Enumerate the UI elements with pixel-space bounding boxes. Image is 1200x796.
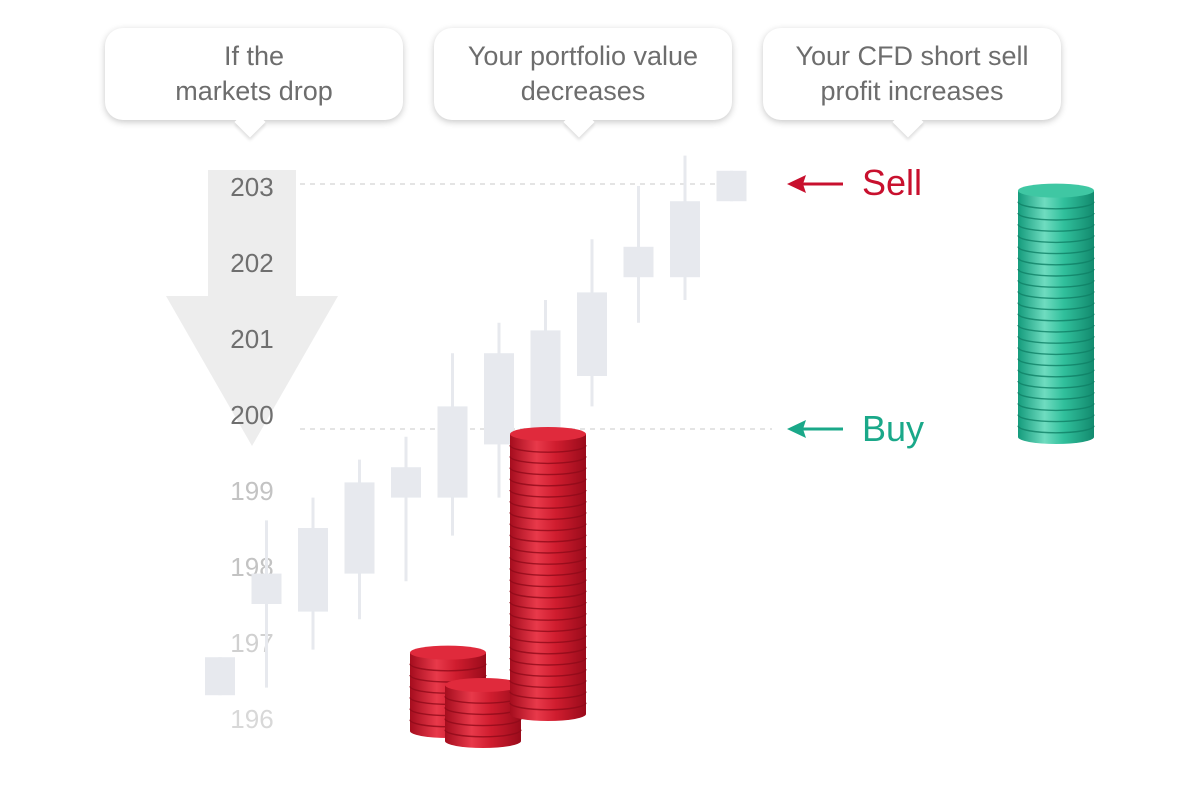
buy-label: Buy: [862, 408, 925, 449]
candle: [716, 170, 747, 202]
candle: [437, 353, 468, 536]
sell-label: Sell: [862, 162, 923, 203]
coin-stack-red-front: [444, 678, 522, 748]
sell-arrow-icon: [787, 175, 843, 193]
coin-stacks: [409, 183, 1095, 748]
price-tick: 196: [230, 704, 273, 734]
price-tick: 199: [230, 476, 273, 506]
candle: [623, 186, 654, 323]
candle: [391, 436, 421, 582]
coin-stack-red-tall: [509, 427, 587, 721]
candle: [484, 322, 514, 498]
price-tick: 202: [230, 248, 273, 278]
coin-stack-green: [1017, 183, 1095, 444]
price-tick: 203: [230, 172, 273, 202]
short-sell-diagram: 203202201200199198197196: [166, 155, 1095, 748]
candle: [344, 459, 375, 620]
candle: [251, 520, 282, 688]
candle: [205, 657, 235, 696]
candle: [577, 239, 607, 407]
buy-arrow-icon: [787, 420, 843, 438]
candle: [670, 155, 700, 300]
price-tick: 201: [230, 324, 273, 354]
candle: [298, 497, 328, 650]
price-tick: 200: [230, 400, 273, 430]
